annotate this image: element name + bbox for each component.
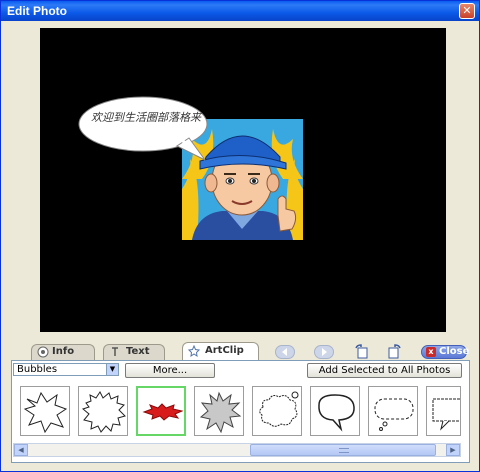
rotate-left-icon: [355, 344, 368, 359]
cloud-bubble-icon: [259, 391, 299, 427]
category-select[interactable]: Bubbles ▼: [13, 363, 119, 376]
category-value: Bubbles: [17, 364, 58, 375]
tab-artclip-label: ArtClip: [205, 345, 244, 356]
window-title: Edit Photo: [7, 4, 67, 18]
burst-bubble-icon: [23, 391, 68, 434]
bubble-thumb-5[interactable]: [252, 386, 302, 436]
scroll-right-icon[interactable]: ▶: [446, 444, 460, 456]
text-icon: [112, 347, 118, 356]
close-x-icon: x: [426, 347, 436, 357]
grip-icon: [339, 448, 349, 453]
gray-burst-icon: [199, 391, 242, 434]
bubble-thumb-8[interactable]: [426, 386, 461, 436]
window-close-button[interactable]: ✕: [459, 3, 475, 19]
bubble-text: 欢迎到生活圈部落格来: [91, 111, 201, 124]
artclip-icon: [188, 345, 200, 357]
prev-button[interactable]: [275, 345, 295, 359]
scroll-left-icon[interactable]: ◀: [14, 444, 28, 456]
rotate-left-button[interactable]: [354, 344, 372, 360]
bubble-thumb-3-selected[interactable]: [136, 386, 186, 436]
prev-icon: [282, 348, 287, 356]
edit-photo-window: Edit Photo ✕ 欢迎到生活圈部落格来 Info Text ArtCli…: [0, 0, 480, 472]
close-button-label: Close: [439, 346, 470, 357]
chevron-down-icon[interactable]: ▼: [106, 364, 118, 375]
close-button[interactable]: x Close: [421, 345, 470, 359]
bubble-thumb-6[interactable]: [310, 386, 360, 436]
tab-info[interactable]: Info: [31, 344, 95, 360]
spiky-bubble-icon: [81, 391, 126, 433]
rotate-right-button[interactable]: [386, 344, 404, 360]
dashed-bubble-icon: [374, 398, 414, 431]
rotate-right-icon: [388, 344, 401, 359]
rect-bubble-icon: [432, 398, 460, 431]
oval-bubble-icon: [318, 394, 355, 432]
bubble-thumb-4[interactable]: [194, 386, 244, 436]
bubble-thumb-7[interactable]: [368, 386, 418, 436]
next-button[interactable]: [314, 345, 334, 359]
tab-artclip[interactable]: ArtClip: [182, 342, 259, 361]
tab-text[interactable]: Text: [103, 344, 165, 360]
tab-info-label: Info: [52, 346, 75, 357]
title-bar[interactable]: Edit Photo ✕: [1, 1, 479, 21]
info-icon: [37, 346, 49, 358]
horizontal-scrollbar[interactable]: ◀ ▶: [13, 443, 461, 457]
bubble-thumb-1[interactable]: [20, 386, 70, 436]
tab-text-label: Text: [126, 346, 150, 357]
red-splash-icon: [142, 403, 184, 421]
scroll-thumb[interactable]: [250, 444, 436, 456]
bubble-thumb-2[interactable]: [78, 386, 128, 436]
next-icon: [322, 348, 327, 356]
more-button[interactable]: More...: [125, 363, 215, 378]
speech-bubble[interactable]: [77, 94, 217, 166]
add-selected-to-all-button[interactable]: Add Selected to All Photos: [307, 363, 462, 378]
